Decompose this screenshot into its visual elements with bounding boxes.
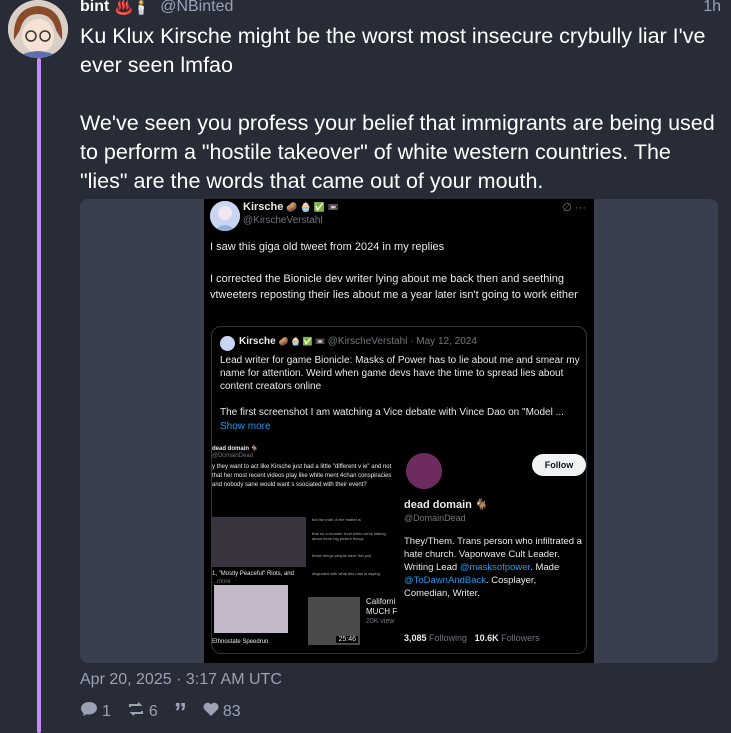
reply-button[interactable]: 1 xyxy=(80,701,111,722)
profile-stats: 3,085 Following 10.6K Followers xyxy=(404,633,540,643)
quote-avatar xyxy=(220,336,235,351)
quote-header: Kirsche 🥔 🧁 ✅ 📼 @KirscheVerstahl · May 1… xyxy=(239,336,477,347)
tweet-author-handle: @KirscheVerstahl xyxy=(243,215,323,226)
quote-show-more: Show more xyxy=(220,421,271,432)
person-thumbnail: 25:46 xyxy=(308,597,360,645)
tweet-text: I saw this giga old tweet from 2024 in m… xyxy=(210,241,578,301)
quote-text: Lead writer for game Bionicle: Masks of … xyxy=(220,355,580,418)
quote-image-collage: dead domain 🐐 @DomainDead y they want to… xyxy=(212,443,586,653)
quoted-tweet: Kirsche 🥔 🧁 ✅ 📼 @KirscheVerstahl · May 1… xyxy=(211,326,587,654)
thread-line xyxy=(37,58,41,733)
profile-avatar xyxy=(404,451,444,491)
video-thumbnail xyxy=(212,517,306,567)
follow-button: Follow xyxy=(532,454,586,476)
post-time[interactable]: 1h xyxy=(703,0,721,16)
quote-icon: ” xyxy=(173,696,187,727)
action-bar: 1 6 ” 83 xyxy=(80,696,241,727)
tweet-author-name: Kirsche 🥔 🧁 ✅ 📼 xyxy=(243,201,339,213)
attached-screenshot[interactable]: Kirsche 🥔 🧁 ✅ 📼 @KirscheVerstahl ∅ ··· I … xyxy=(204,199,594,663)
name-emojis: ♨️🕯️ xyxy=(115,0,151,15)
boost-icon xyxy=(127,701,145,722)
profile-name: dead domain 🐐 xyxy=(404,499,489,511)
anime-thumbnail xyxy=(214,585,288,633)
post-date[interactable]: Apr 20, 2025 · 3:17 AM UTC xyxy=(80,671,282,689)
tweet-avatar xyxy=(210,201,240,231)
tweet-more-icon: ∅ ··· xyxy=(562,202,586,214)
profile-card: Follow dead domain 🐐 @DomainDead They/Th… xyxy=(398,443,586,653)
boost-count: 6 xyxy=(148,702,158,720)
reply-icon xyxy=(80,701,98,722)
reply-count: 1 xyxy=(102,702,111,720)
profile-bio: They/Them. Trans person who infiltrated … xyxy=(404,536,582,599)
post-text: Ku Klux Kirsche might be the worst most … xyxy=(80,22,720,196)
avatar[interactable] xyxy=(8,0,68,58)
post-paragraph-2: We've seen you profess your belief that … xyxy=(80,111,715,193)
like-count: 83 xyxy=(222,702,241,720)
heart-icon xyxy=(203,702,219,722)
post-header: bint ♨️🕯️ @NBinted 1h xyxy=(80,0,721,18)
profile-handle: @DomainDead xyxy=(404,513,466,523)
boost-button[interactable]: 6 xyxy=(127,701,158,722)
display-name[interactable]: bint xyxy=(80,0,109,16)
collage-left: dead domain 🐐 @DomainDead y they want to… xyxy=(212,443,398,653)
like-button[interactable]: 83 xyxy=(203,702,241,722)
post-paragraph-1: Ku Klux Kirsche might be the worst most … xyxy=(80,24,706,77)
quote-button[interactable]: ” xyxy=(173,696,187,727)
user-handle[interactable]: @NBinted xyxy=(160,0,233,16)
avatar-image xyxy=(8,0,68,58)
